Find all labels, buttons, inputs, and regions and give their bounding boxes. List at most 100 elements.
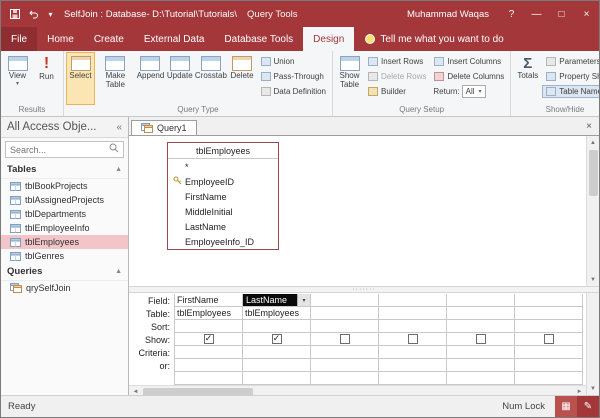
criteria-cell-5[interactable]: [447, 346, 515, 359]
field-list-item-employeeinfoid[interactable]: EmployeeInfo_ID: [168, 234, 278, 249]
close-button[interactable]: ×: [574, 1, 599, 27]
undo-icon[interactable]: [26, 7, 39, 21]
criteria-cell-1[interactable]: [175, 346, 243, 359]
field-cell-1[interactable]: FirstName: [175, 294, 243, 307]
run-button[interactable]: ! Run: [32, 52, 61, 105]
pane-splitter[interactable]: ·······: [129, 286, 599, 293]
tab-file[interactable]: File: [1, 27, 37, 51]
grid-vertical-scrollbar[interactable]: ▼: [586, 293, 599, 395]
customize-quick-access-icon[interactable]: ▾: [44, 7, 57, 21]
property-sheet-button[interactable]: Property Sheet: [542, 70, 599, 83]
nav-item-tblgenres[interactable]: tblGenres: [1, 249, 128, 263]
crosstab-button[interactable]: Crosstab: [194, 52, 227, 105]
or-cell-2[interactable]: [243, 359, 311, 372]
shutter-bar-close-icon[interactable]: «: [116, 122, 122, 133]
blank-cell-4[interactable]: [379, 372, 447, 385]
delete-query-button[interactable]: Delete: [228, 52, 257, 105]
user-name[interactable]: Muhammad Waqas: [397, 9, 499, 20]
tab-create[interactable]: Create: [84, 27, 134, 51]
scroll-down-icon[interactable]: ▼: [587, 273, 599, 286]
tab-query1[interactable]: Query1: [131, 120, 197, 135]
table-cell-1[interactable]: tblEmployees: [175, 307, 243, 320]
close-document-icon[interactable]: ×: [579, 121, 599, 132]
criteria-cell-4[interactable]: [379, 346, 447, 359]
blank-cell-2[interactable]: [243, 372, 311, 385]
union-button[interactable]: Union: [257, 55, 330, 68]
totals-button[interactable]: Σ Totals: [513, 52, 542, 105]
search-icon[interactable]: [109, 143, 119, 156]
parameters-button[interactable]: Parameters: [542, 55, 599, 68]
scroll-down-icon[interactable]: ▼: [587, 382, 599, 395]
make-table-button[interactable]: Make Table: [95, 52, 136, 105]
minimize-button[interactable]: —: [524, 1, 549, 27]
tab-home[interactable]: Home: [37, 27, 84, 51]
or-cell-1[interactable]: [175, 359, 243, 372]
field-list-item-lastname[interactable]: LastName: [168, 219, 278, 234]
update-button[interactable]: Update: [165, 52, 194, 105]
nav-item-qryselfjoin[interactable]: qrySelfJoin: [1, 281, 128, 295]
field-cell-2-selected[interactable]: LastName ▾: [243, 294, 311, 307]
table-cell-2[interactable]: tblEmployees: [243, 307, 311, 320]
sort-cell-3[interactable]: [311, 320, 379, 333]
datasheet-view-button[interactable]: ▦: [555, 396, 577, 417]
design-view-button[interactable]: ✎: [577, 396, 599, 417]
field-cell-4[interactable]: [379, 294, 447, 307]
view-button[interactable]: View ▾: [3, 52, 32, 105]
nav-item-tbldepartments[interactable]: tblDepartments: [1, 207, 128, 221]
blank-cell-1[interactable]: [175, 372, 243, 385]
sort-cell-2[interactable]: [243, 320, 311, 333]
sort-cell-5[interactable]: [447, 320, 515, 333]
pass-through-button[interactable]: Pass-Through: [257, 70, 330, 83]
field-list-item-firstname[interactable]: FirstName: [168, 189, 278, 204]
field-list-item-asterisk[interactable]: *: [168, 159, 278, 174]
or-cell-3[interactable]: [311, 359, 379, 372]
blank-cell-6[interactable]: [515, 372, 583, 385]
show-checkbox[interactable]: [340, 334, 350, 344]
criteria-cell-2[interactable]: [243, 346, 311, 359]
nav-item-tblbookprojects[interactable]: tblBookProjects: [1, 179, 128, 193]
delete-rows-button[interactable]: Delete Rows: [364, 70, 430, 83]
select-query-button[interactable]: Select: [66, 52, 95, 105]
insert-columns-button[interactable]: Insert Columns: [430, 55, 508, 68]
nav-pane-header[interactable]: All Access Obje... «: [1, 117, 128, 138]
criteria-cell-3[interactable]: [311, 346, 379, 359]
help-button[interactable]: ?: [499, 1, 524, 27]
nav-section-queries[interactable]: Queries ▲: [1, 263, 128, 281]
tab-external-data[interactable]: External Data: [134, 27, 215, 51]
table-cell-5[interactable]: [447, 307, 515, 320]
tab-design[interactable]: Design: [303, 27, 354, 51]
table-cell-4[interactable]: [379, 307, 447, 320]
sort-cell-6[interactable]: [515, 320, 583, 333]
field-dropdown-icon[interactable]: ▾: [297, 294, 310, 306]
query-design-surface[interactable]: tblEmployees * EmployeeID FirstName Mi: [129, 136, 586, 286]
criteria-cell-6[interactable]: [515, 346, 583, 359]
tab-database-tools[interactable]: Database Tools: [214, 27, 303, 51]
nav-item-tblemployeeinfo[interactable]: tblEmployeeInfo: [1, 221, 128, 235]
blank-cell-5[interactable]: [447, 372, 515, 385]
tell-me-box[interactable]: Tell me what you want to do: [354, 27, 514, 51]
show-checkbox[interactable]: [272, 334, 282, 344]
return-dropdown[interactable]: All ▾: [462, 85, 486, 98]
delete-columns-button[interactable]: Delete Columns: [430, 70, 508, 83]
append-button[interactable]: Append: [136, 52, 166, 105]
save-icon[interactable]: [8, 7, 21, 21]
data-definition-button[interactable]: Data Definition: [257, 85, 330, 98]
blank-cell-3[interactable]: [311, 372, 379, 385]
show-checkbox[interactable]: [408, 334, 418, 344]
field-cell-6[interactable]: [515, 294, 583, 307]
sort-cell-1[interactable]: [175, 320, 243, 333]
show-checkbox[interactable]: [204, 334, 214, 344]
table-cell-3[interactable]: [311, 307, 379, 320]
nav-item-tblemployees[interactable]: tblEmployees: [1, 235, 128, 249]
or-cell-4[interactable]: [379, 359, 447, 372]
show-checkbox[interactable]: [476, 334, 486, 344]
sort-cell-4[interactable]: [379, 320, 447, 333]
table-names-button[interactable]: Table Names: [542, 85, 599, 98]
show-checkbox[interactable]: [544, 334, 554, 344]
or-cell-5[interactable]: [447, 359, 515, 372]
show-table-button[interactable]: Show Table: [335, 52, 364, 105]
scrollbar-thumb[interactable]: [589, 150, 598, 196]
scroll-up-icon[interactable]: ▲: [587, 136, 599, 149]
field-cell-3[interactable]: [311, 294, 379, 307]
field-list-tblemployees[interactable]: tblEmployees * EmployeeID FirstName Mi: [167, 142, 279, 250]
